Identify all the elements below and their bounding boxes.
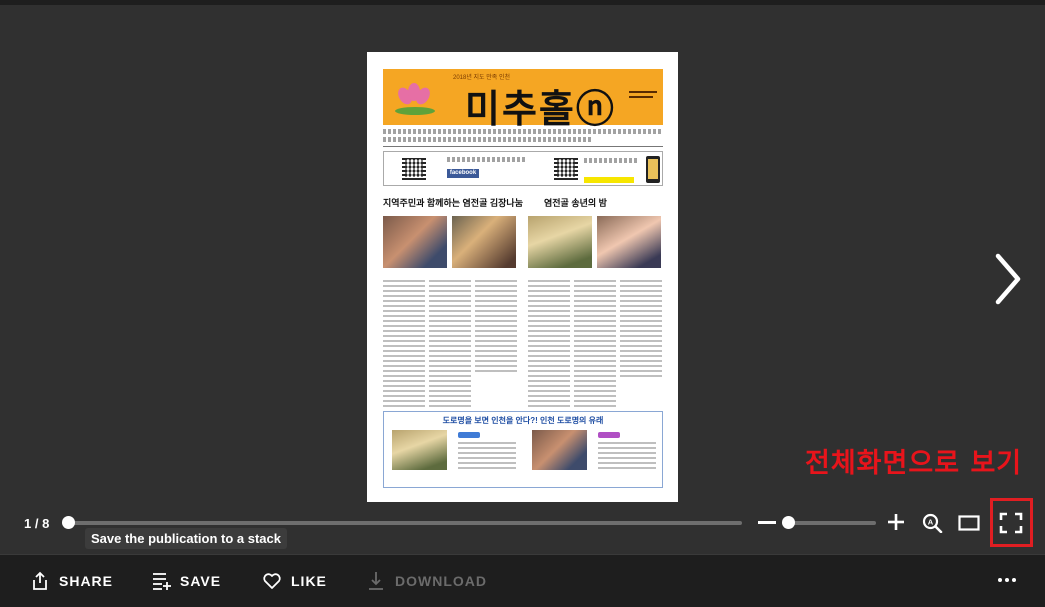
- download-icon: [369, 572, 383, 590]
- svg-text:A: A: [928, 517, 934, 526]
- publication-page[interactable]: 2018년 지도 만족 인천 미추홀ⓝ facebook 지역주민과 함께하는 …: [367, 52, 678, 502]
- sns-ad-strip: facebook: [383, 151, 663, 186]
- publisher-info-line: [383, 137, 593, 142]
- feature-text: [598, 442, 656, 472]
- viewer-top-edge: [0, 0, 1045, 5]
- divider: [383, 146, 663, 147]
- phone-image: [646, 156, 660, 183]
- zoom-slider-thumb[interactable]: [782, 516, 795, 529]
- photo-kimchi-2: [452, 216, 516, 268]
- fullscreen-annotation-label: 전체화면으로 보기: [805, 448, 1023, 479]
- publisher-info-line: [383, 129, 663, 134]
- headline-left: 지역주민과 함께하는 염전골 김장나눔: [383, 198, 523, 208]
- qr-code-icon: [554, 156, 578, 180]
- section-tag: [458, 432, 480, 438]
- lotus-logo-icon: [393, 81, 435, 115]
- share-label: SHARE: [59, 573, 114, 589]
- section-tag: [598, 432, 620, 438]
- article-text: [475, 280, 517, 375]
- action-bar: SHARE SAVE LIKE DOWNLOAD: [0, 554, 1045, 607]
- fullscreen-icon[interactable]: [999, 512, 1023, 534]
- road-name-feature-box: 도로명을 보면 인천을 안다?! 인천 도로명의 유래: [383, 411, 663, 488]
- single-page-icon[interactable]: [958, 515, 980, 531]
- save-tooltip: Save the publication to a stack: [85, 528, 287, 549]
- stack-icon: [153, 573, 171, 590]
- zoom-in-icon[interactable]: [886, 512, 906, 532]
- masthead: 2018년 지도 만족 인천 미추홀ⓝ: [383, 69, 663, 131]
- next-page-icon[interactable]: [992, 252, 1022, 306]
- facebook-badge: facebook: [447, 169, 479, 178]
- heart-icon: [263, 573, 281, 589]
- download-label: DOWNLOAD: [395, 573, 487, 589]
- zoom-out-icon[interactable]: [758, 521, 776, 524]
- page-indicator: 1 / 8: [24, 516, 50, 531]
- ad-text-line: [447, 157, 527, 162]
- masthead-issue-info: [629, 91, 657, 98]
- search-zoom-icon[interactable]: A: [922, 513, 944, 533]
- qr-code-icon: [402, 156, 426, 180]
- photo-yearend-1: [528, 216, 592, 268]
- article-text: [429, 280, 471, 410]
- article-text: [574, 280, 616, 410]
- photo-road-1: [392, 430, 447, 470]
- page-slider-track[interactable]: [68, 521, 742, 525]
- like-button[interactable]: LIKE: [262, 570, 327, 592]
- more-horizontal-icon[interactable]: [998, 578, 1018, 584]
- photo-road-2: [532, 430, 587, 470]
- headline-right: 염전골 송년의 밤: [544, 198, 607, 208]
- ad-text-line: [584, 158, 639, 163]
- zoom-slider-track[interactable]: [784, 521, 876, 525]
- share-icon: [33, 571, 47, 590]
- article-text: [528, 280, 570, 410]
- like-label: LIKE: [291, 573, 327, 589]
- feature-title: 도로명을 보면 인천을 안다?! 인천 도로명의 유래: [442, 416, 604, 425]
- article-text: [383, 280, 425, 410]
- save-button[interactable]: SAVE: [151, 570, 221, 592]
- page-slider-thumb[interactable]: [62, 516, 75, 529]
- feature-text: [458, 442, 516, 472]
- publication-viewer: 2018년 지도 만족 인천 미추홀ⓝ facebook 지역주민과 함께하는 …: [0, 0, 1045, 554]
- download-button: DOWNLOAD: [366, 570, 487, 592]
- article-text: [620, 280, 662, 380]
- masthead-title: 미추홀ⓝ: [465, 86, 616, 131]
- photo-kimchi-1: [383, 216, 447, 268]
- share-button[interactable]: SHARE: [30, 570, 113, 592]
- save-label: SAVE: [180, 573, 222, 589]
- kakao-badge: [584, 177, 634, 183]
- photo-yearend-2: [597, 216, 661, 268]
